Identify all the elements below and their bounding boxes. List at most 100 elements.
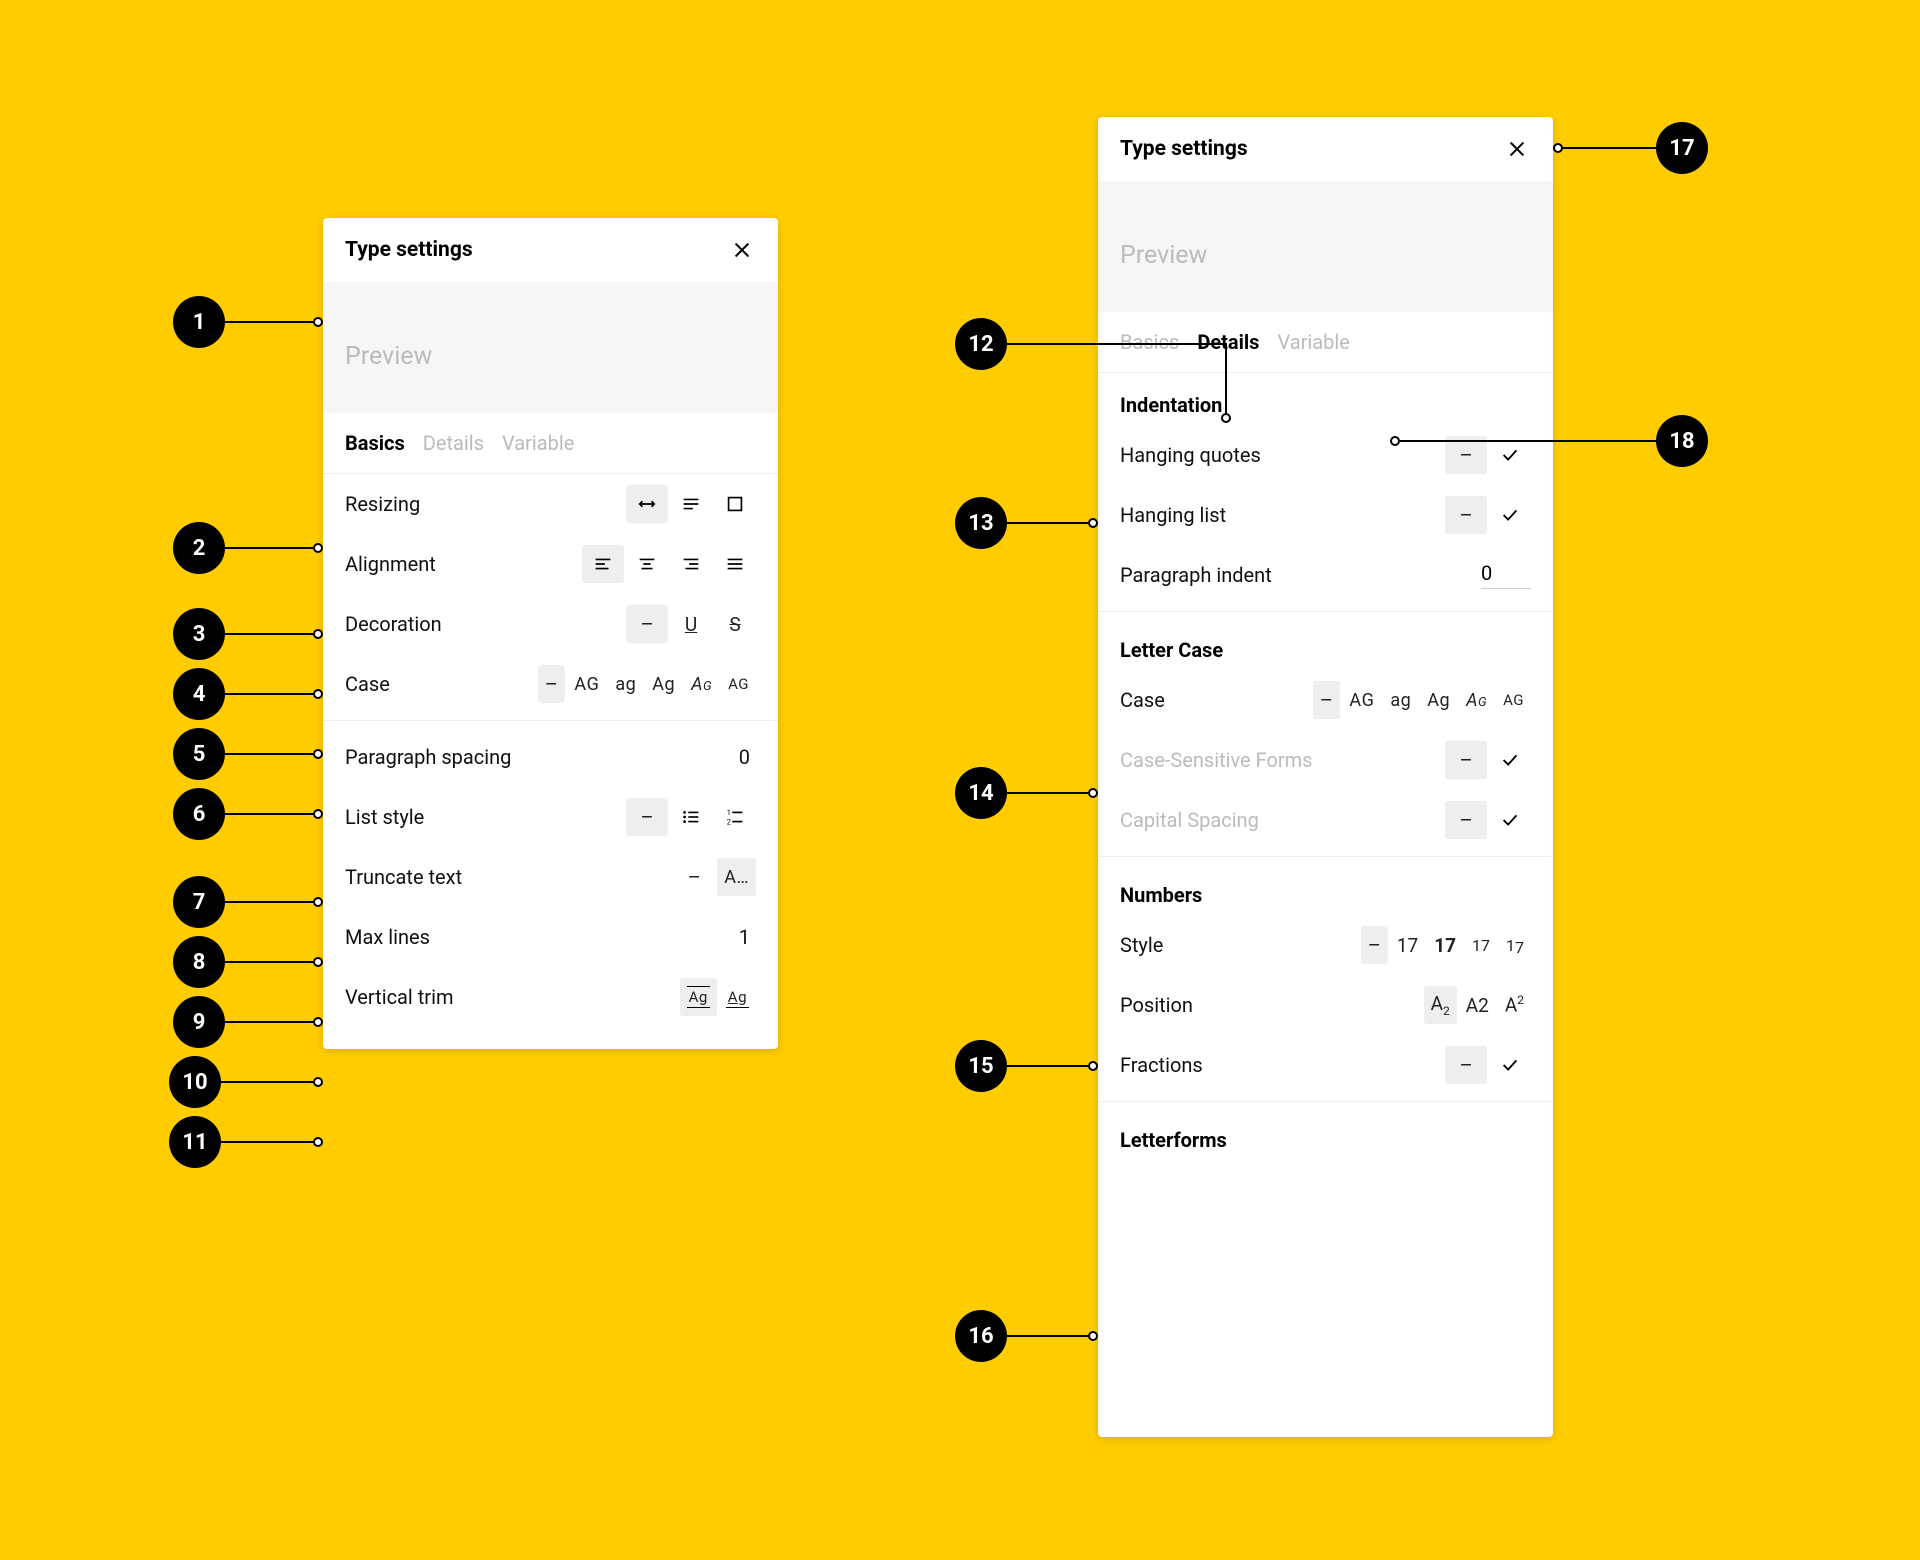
callout-number: 6: [173, 788, 225, 840]
resizing-auto-width-button[interactable]: [626, 485, 668, 523]
list-bullet-button[interactable]: [670, 798, 712, 836]
callout-dot: [313, 543, 323, 553]
paragraph-indent-label: Paragraph indent: [1120, 563, 1272, 587]
numstyle-1-button[interactable]: 17: [1390, 926, 1425, 964]
decoration-none-button[interactable]: –: [626, 605, 668, 643]
letter-case-title: Letter Case: [1120, 618, 1531, 670]
allsmallcaps-icon: AG: [1503, 691, 1524, 709]
close-button[interactable]: [728, 236, 756, 264]
bullet-list-icon: [680, 806, 702, 828]
case-lowercase-button[interactable]: ag: [608, 665, 643, 703]
callout-dot: [1088, 788, 1098, 798]
csf-on-button[interactable]: [1489, 741, 1531, 779]
truncate-text-label: Truncate text: [345, 865, 462, 889]
row-decoration: Decoration – U S: [345, 594, 756, 654]
callout-8: 8: [173, 936, 323, 988]
callout-dot: [313, 629, 323, 639]
row-hanging-list: Hanging list –: [1120, 485, 1531, 545]
max-lines-value[interactable]: 1: [739, 925, 756, 949]
case-uppercase-button[interactable]: AG: [567, 665, 606, 703]
tab-variable[interactable]: Variable: [502, 431, 574, 455]
callout-line: [1400, 440, 1656, 442]
tab-variable[interactable]: Variable: [1277, 330, 1349, 354]
callout-number: 2: [173, 522, 225, 574]
case-none-button[interactable]: –: [538, 665, 566, 703]
case-uppercase-button[interactable]: AG: [1342, 681, 1381, 719]
align-justify-button[interactable]: [714, 545, 756, 583]
tab-details[interactable]: Details: [423, 431, 484, 455]
dash-icon: –: [640, 612, 653, 636]
case-smallcaps-button[interactable]: AG: [1459, 681, 1494, 719]
paragraph-indent-input[interactable]: 0: [1481, 561, 1531, 589]
numstyle-4-button[interactable]: 17: [1499, 926, 1531, 964]
align-center-icon: [636, 553, 658, 575]
case-titlecase-button[interactable]: Ag: [645, 665, 682, 703]
trim-cap-button[interactable]: Ag: [719, 978, 756, 1016]
callout-dot: [313, 1077, 323, 1087]
hanging-quotes-label: Hanging quotes: [1120, 443, 1261, 467]
preview-area: Preview: [1098, 181, 1553, 312]
dash-icon: –: [1459, 808, 1472, 832]
truncate-ellipsis-button[interactable]: A…: [717, 858, 756, 896]
fractions-on-button[interactable]: [1489, 1046, 1531, 1084]
hanging-list-on-button[interactable]: [1489, 496, 1531, 534]
numstyle-2-button[interactable]: 17: [1427, 926, 1463, 964]
list-none-button[interactable]: –: [626, 798, 668, 836]
decoration-strikethrough-button[interactable]: S: [714, 605, 756, 643]
case-none-button[interactable]: –: [1313, 681, 1341, 719]
alignment-controls: [582, 545, 756, 583]
position-subscript-button[interactable]: A2: [1424, 986, 1457, 1024]
callout-dot: [313, 1017, 323, 1027]
capspace-off-button[interactable]: –: [1445, 801, 1487, 839]
align-right-button[interactable]: [670, 545, 712, 583]
divider: [1098, 611, 1553, 612]
subscript-icon: A2: [1431, 992, 1450, 1018]
truncate-none-button[interactable]: –: [673, 858, 715, 896]
case-smallcaps-button[interactable]: AG: [684, 665, 719, 703]
num17-icon: 17: [1397, 934, 1418, 957]
dash-icon: –: [1459, 1053, 1472, 1077]
csf-off-button[interactable]: –: [1445, 741, 1487, 779]
case-titlecase-button[interactable]: Ag: [1420, 681, 1457, 719]
callout-number: 12: [955, 318, 1007, 370]
normal-pos-icon: A2: [1466, 994, 1489, 1017]
fractions-off-button[interactable]: –: [1445, 1046, 1487, 1084]
paragraph-spacing-value[interactable]: 0: [739, 745, 756, 769]
case-controls: – AG ag Ag AG AG: [538, 665, 756, 703]
tab-basics[interactable]: Basics: [345, 431, 405, 455]
list-numbered-button[interactable]: 12: [714, 798, 756, 836]
case-sensitive-controls: –: [1445, 741, 1531, 779]
svg-text:1: 1: [727, 808, 731, 817]
case-allsmallcaps-button[interactable]: AG: [1496, 681, 1531, 719]
close-icon: [731, 239, 753, 261]
callout-dot: [313, 317, 323, 327]
callout-number: 17: [1656, 122, 1708, 174]
callout-number: 18: [1656, 415, 1708, 467]
case-label: Case: [1120, 688, 1165, 712]
case-forced-smallcaps-button[interactable]: AG: [721, 665, 756, 703]
position-normal-button[interactable]: A2: [1459, 986, 1496, 1024]
number-style-label: Style: [1120, 933, 1163, 957]
callout-dot: [313, 689, 323, 699]
close-button[interactable]: [1503, 135, 1531, 163]
case-lowercase-button[interactable]: ag: [1383, 681, 1418, 719]
check-icon: [1499, 504, 1521, 526]
align-center-button[interactable]: [626, 545, 668, 583]
position-superscript-button[interactable]: A2: [1498, 986, 1531, 1024]
numstyle-none-button[interactable]: –: [1361, 926, 1388, 964]
callout-dot: [1088, 1331, 1098, 1341]
hanging-list-off-button[interactable]: –: [1445, 496, 1487, 534]
callout-line: [1563, 147, 1656, 149]
numbers-title: Numbers: [1120, 863, 1531, 915]
resizing-auto-height-button[interactable]: [670, 485, 712, 523]
capspace-on-button[interactable]: [1489, 801, 1531, 839]
trim-standard-button[interactable]: Ag: [680, 978, 717, 1016]
numstyle-3-button[interactable]: 17: [1465, 926, 1497, 964]
preview-area: Preview: [323, 282, 778, 413]
list-style-label: List style: [345, 805, 424, 829]
callout-dot: [313, 897, 323, 907]
callout-number: 4: [173, 668, 225, 720]
resizing-fixed-button[interactable]: [714, 485, 756, 523]
align-left-button[interactable]: [582, 545, 624, 583]
decoration-underline-button[interactable]: U: [670, 605, 712, 643]
